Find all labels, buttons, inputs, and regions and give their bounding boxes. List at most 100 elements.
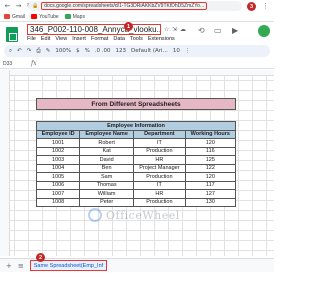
zoom-select[interactable]: 100% — [55, 48, 71, 54]
banner-cell[interactable]: From Different Spreadsheets — [36, 98, 236, 110]
fx-icon: fx — [31, 60, 37, 67]
bookmark-gmail[interactable]: Gmail — [4, 14, 25, 20]
bookmark-label: YouTube — [39, 13, 59, 20]
cell-id[interactable]: 1006 — [35, 180, 81, 190]
callout-badge-1: 1 — [124, 22, 133, 31]
cell-id[interactable]: 1007 — [35, 189, 81, 199]
cell-name[interactable]: Sam — [79, 172, 135, 182]
toolbar: ⌕ ↶ ↷ ⎙ ✎ 100% $ % .0 .00 123 Default (A… — [4, 45, 270, 57]
cell-hours[interactable]: 125 — [184, 155, 237, 165]
currency-button[interactable]: $ — [76, 48, 80, 54]
redo-icon[interactable]: ↷ — [27, 48, 32, 54]
undo-icon[interactable]: ↶ — [17, 48, 22, 54]
cell-hours[interactable]: 116 — [184, 146, 237, 156]
percent-button[interactable]: % — [85, 48, 90, 54]
menu-data[interactable]: Data — [113, 36, 125, 42]
cell-id[interactable]: 1002 — [35, 146, 81, 156]
doc-title-highlight: 346_P002-110-008_Annyca_vlooku... — [27, 24, 161, 35]
header-employee-id[interactable]: Employee ID — [35, 129, 81, 139]
bookmark-label: Gmail — [12, 13, 26, 20]
doc-title[interactable]: 346_P002-110-008_Annyca_vlooku... — [30, 25, 160, 34]
column-headers[interactable] — [0, 70, 274, 76]
more-options-icon[interactable]: ⋮ — [185, 48, 191, 54]
header-department[interactable]: Department — [133, 129, 186, 139]
table-caption[interactable]: Employee Information — [36, 121, 236, 131]
cell-department[interactable]: Production — [133, 172, 186, 182]
bottom-blank — [0, 272, 274, 300]
cell-department[interactable]: IT — [133, 138, 186, 148]
name-box[interactable]: D33 — [3, 61, 25, 67]
menu-file[interactable]: File — [27, 36, 36, 42]
officewheel-logo-icon — [88, 208, 102, 222]
font-size-input[interactable]: 10 — [173, 48, 180, 54]
header-employee-name[interactable]: Employee Name — [79, 129, 135, 139]
cell-name[interactable]: Peter — [79, 197, 135, 207]
header-working-hours[interactable]: Working Hours — [184, 129, 237, 139]
url-text[interactable]: docs.google.com/spreadsheets/d/1-TG3DRiA… — [44, 3, 204, 9]
cell-hours[interactable]: 127 — [184, 189, 237, 199]
cell-hours[interactable]: 130 — [184, 197, 237, 207]
move-icon[interactable]: ⇲ — [172, 26, 177, 33]
employee-table: Employee Information Employee ID Employe… — [35, 121, 237, 207]
cell-id[interactable]: 1005 — [35, 172, 81, 182]
font-select[interactable]: Default (Ari... — [131, 48, 168, 54]
forward-icon[interactable]: → — [15, 2, 22, 10]
cell-department[interactable]: Project Manager — [133, 163, 186, 173]
cell-name[interactable]: Thomas — [79, 180, 135, 190]
history-icon[interactable]: ⟲ — [198, 26, 205, 35]
cell-name[interactable]: William — [79, 189, 135, 199]
decimal-buttons[interactable]: .0 .00 — [95, 48, 111, 54]
star-icon[interactable]: ☆ — [164, 26, 169, 33]
bookmarks-bar: Gmail YouTube Maps — [0, 12, 274, 22]
maps-icon — [64, 14, 71, 19]
menu-extensions[interactable]: Extensions — [148, 36, 175, 42]
cell-hours[interactable]: 122 — [184, 163, 237, 173]
sheets-logo-icon[interactable] — [6, 27, 18, 42]
paint-format-icon[interactable]: ✎ — [46, 48, 51, 54]
cell-name[interactable]: Kat — [79, 146, 135, 156]
comment-icon[interactable]: ▭ — [214, 26, 222, 35]
url-box[interactable]: 🔒 docs.google.com/spreadsheets/d/1-TG3DR… — [28, 1, 242, 11]
formula-bar: D33 fx — [0, 59, 274, 69]
menu-insert[interactable]: Insert — [72, 36, 86, 42]
cell-id[interactable]: 1004 — [35, 163, 81, 173]
meet-icon[interactable]: ▶ — [232, 26, 238, 35]
all-sheets-icon[interactable]: ≡ — [18, 262, 24, 270]
table-row: 1004 Ben Project Manager 122 — [35, 163, 237, 173]
number-format-button[interactable]: 123 — [116, 48, 127, 54]
bookmark-maps[interactable]: Maps — [64, 14, 85, 20]
cell-department[interactable]: IT — [133, 180, 186, 190]
table-row: 1005 Sam Production 120 — [35, 172, 237, 182]
cell-name[interactable]: Ben — [79, 163, 135, 173]
print-icon[interactable]: ⎙ — [36, 48, 40, 55]
cell-hours[interactable]: 117 — [184, 180, 237, 190]
cloud-status-icon[interactable]: ☁ — [180, 26, 186, 33]
cell-department[interactable]: HR — [133, 189, 186, 199]
table-row: 1006 Thomas IT 117 — [35, 180, 237, 190]
cell-department[interactable]: Production — [133, 197, 186, 207]
callout-badge-3: 3 — [247, 2, 256, 11]
lock-icon: 🔒 — [32, 3, 39, 9]
add-sheet-icon[interactable]: + — [6, 262, 12, 270]
cell-department[interactable]: Production — [133, 146, 186, 156]
cell-id[interactable]: 1003 — [35, 155, 81, 165]
bookmark-youtube[interactable]: YouTube — [31, 14, 59, 20]
menu-edit[interactable]: Edit — [41, 36, 50, 42]
menu-tools[interactable]: Tools — [130, 36, 143, 42]
row-headers[interactable] — [0, 70, 10, 256]
cell-name[interactable]: Robert — [79, 138, 135, 148]
back-icon[interactable]: ← — [4, 2, 11, 10]
cell-name[interactable]: David — [79, 155, 135, 165]
youtube-icon — [31, 14, 38, 19]
cell-hours[interactable]: 120 — [184, 172, 237, 182]
menu-view[interactable]: View — [55, 36, 67, 42]
avatar[interactable] — [258, 25, 270, 37]
cell-department[interactable]: HR — [133, 155, 186, 165]
search-menus-icon[interactable]: ⌕ — [9, 48, 12, 55]
cell-id[interactable]: 1008 — [35, 197, 81, 207]
cell-hours[interactable]: 120 — [184, 138, 237, 148]
cell-id[interactable]: 1001 — [35, 138, 81, 148]
menu-format[interactable]: Format — [91, 36, 108, 42]
gmail-icon — [4, 14, 10, 19]
browser-menu-icon[interactable]: ⋮ — [262, 2, 269, 10]
